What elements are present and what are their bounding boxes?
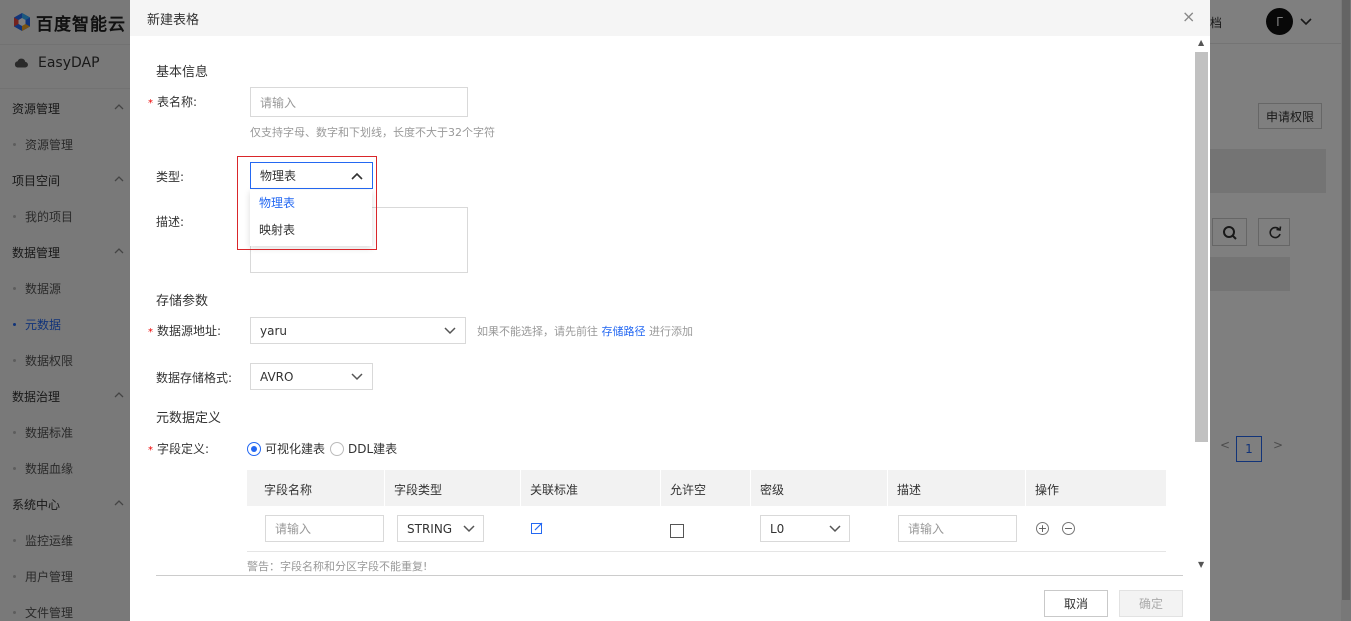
datasource-select[interactable]: yaru xyxy=(250,317,466,344)
duplicate-field-warning: 警告：字段名称和分区字段不能重复! xyxy=(247,560,428,573)
field-table: 字段名称 字段类型 关联标准 允许空 密级 描述 操作 请输入 STRING L… xyxy=(247,470,1166,552)
chevron-down-icon xyxy=(463,524,475,532)
confirm-button[interactable]: 确定 xyxy=(1119,590,1183,617)
divider xyxy=(660,470,661,506)
cancel-button[interactable]: 取消 xyxy=(1044,590,1108,617)
storage-format-value: AVRO xyxy=(260,369,294,384)
radio-visual-build[interactable]: 可视化建表 xyxy=(247,440,325,457)
datasource-hint: 如果不能选择，请先前往 存储路径 进行添加 xyxy=(477,323,693,339)
scroll-down-icon[interactable]: ▼ xyxy=(1198,560,1204,569)
table-header: 字段名称 字段类型 关联标准 允许空 密级 描述 操作 xyxy=(247,470,1166,506)
label-text: 字段定义: xyxy=(157,442,210,456)
radio-unchecked-icon xyxy=(330,441,344,456)
field-description-input[interactable]: 请输入 xyxy=(898,515,1017,542)
divider xyxy=(1025,470,1026,506)
col-actions: 操作 xyxy=(1035,483,1060,497)
scroll-up-icon[interactable]: ▲ xyxy=(1198,38,1204,47)
required-mark: * xyxy=(148,327,153,338)
storage-path-link[interactable]: 存储路径 xyxy=(602,325,646,338)
dialog-title: 新建表格 xyxy=(147,13,200,28)
remove-row-icon[interactable]: − xyxy=(1062,522,1075,535)
section-basic-info: 基本信息 xyxy=(156,65,209,80)
col-nullable: 允许空 xyxy=(670,483,707,497)
section-storage-params: 存储参数 xyxy=(156,294,209,309)
label-text: 数据源地址: xyxy=(157,324,222,338)
edit-icon[interactable] xyxy=(531,522,543,534)
type-label: 类型: xyxy=(156,170,185,184)
radio-label: 可视化建表 xyxy=(265,442,326,456)
field-type-select[interactable]: STRING xyxy=(397,515,484,542)
highlight-box xyxy=(237,156,377,250)
section-metadata-definition: 元数据定义 xyxy=(156,411,222,426)
table-name-label: * 表名称: xyxy=(148,93,197,110)
radio-checked-icon xyxy=(247,441,261,456)
table-name-input[interactable]: 请输入 xyxy=(250,87,468,117)
scrollbar-thumb[interactable] xyxy=(1195,52,1208,442)
divider xyxy=(750,470,751,506)
security-level-value: L0 xyxy=(770,521,785,536)
chevron-down-icon xyxy=(351,372,363,380)
field-def-label: * 字段定义: xyxy=(148,440,209,457)
table-name-hint: 仅支持字母、数字和下划线，长度不大于32个字符 xyxy=(250,126,495,139)
divider xyxy=(520,470,521,506)
security-level-select[interactable]: L0 xyxy=(760,515,850,542)
col-field-type: 字段类型 xyxy=(394,483,443,497)
chevron-down-icon xyxy=(444,326,456,334)
field-type-value: STRING xyxy=(407,521,453,536)
close-icon[interactable]: × xyxy=(1182,7,1195,26)
hint-text: 如果不能选择，请先前往 xyxy=(477,325,598,338)
field-name-input[interactable]: 请输入 xyxy=(265,515,384,542)
storage-format-select[interactable]: AVRO xyxy=(250,363,373,390)
col-security-level: 密级 xyxy=(760,483,785,497)
description-label: 描述: xyxy=(156,215,185,229)
table-row: 请输入 STRING L0 请输入 + − xyxy=(247,506,1166,552)
radio-ddl-build[interactable]: DDL建表 xyxy=(330,440,397,457)
col-field-name: 字段名称 xyxy=(264,483,313,497)
datasource-value: yaru xyxy=(260,323,287,338)
col-standard: 关联标准 xyxy=(530,483,579,497)
chevron-down-icon xyxy=(829,524,841,532)
add-row-icon[interactable]: + xyxy=(1036,522,1049,535)
required-mark: * xyxy=(148,98,153,109)
divider xyxy=(887,470,888,506)
required-mark: * xyxy=(148,445,153,456)
dialog-header: 新建表格 × xyxy=(130,0,1210,36)
label-text: 表名称: xyxy=(157,95,198,109)
hint-text: 进行添加 xyxy=(649,325,693,338)
divider xyxy=(384,470,385,506)
divider xyxy=(156,575,1183,576)
storage-format-label: 数据存储格式: xyxy=(156,371,233,385)
col-description: 描述 xyxy=(897,483,922,497)
dialog-scrollbar[interactable]: ▲ ▼ xyxy=(1194,36,1209,574)
nullable-checkbox[interactable] xyxy=(670,524,684,538)
radio-label: DDL建表 xyxy=(348,442,398,456)
create-table-dialog: 新建表格 × ▲ ▼ 基本信息 * 表名称: 请输入 仅支持字母、数字和下划线，长… xyxy=(130,0,1210,621)
datasource-label: * 数据源地址: xyxy=(148,322,221,339)
